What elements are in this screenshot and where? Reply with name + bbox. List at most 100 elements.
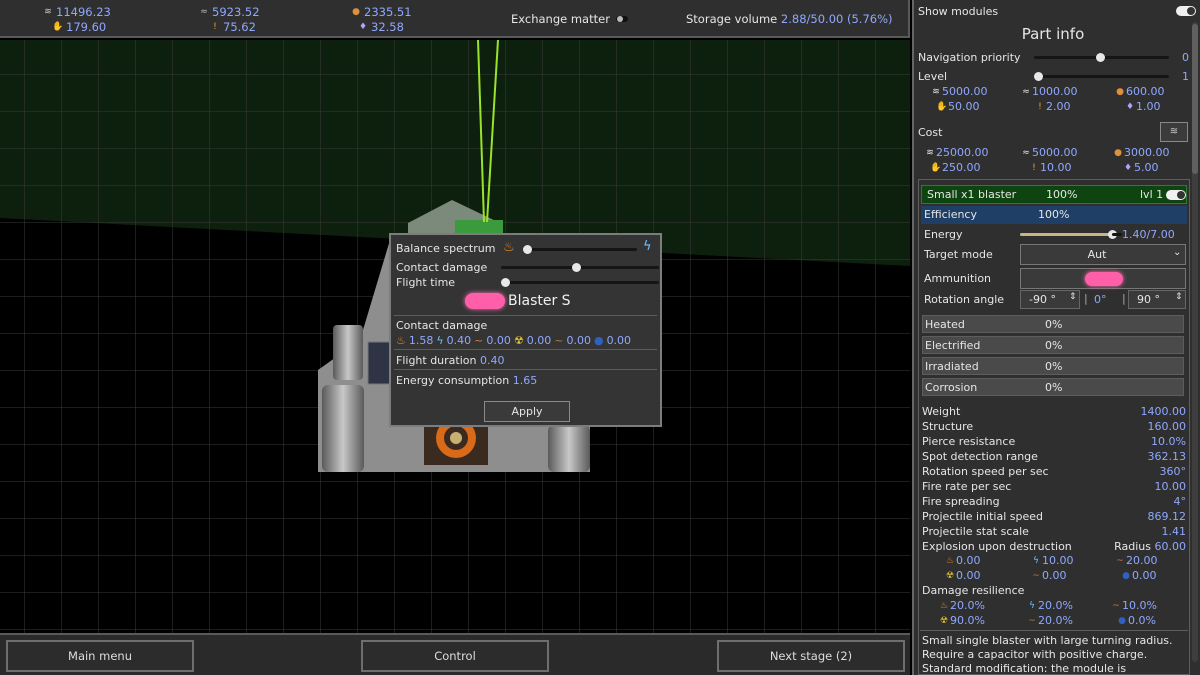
cost-crystal: ≈5000.00 [1020,146,1077,159]
hand-icon: ✋ [52,21,64,32]
level-slider[interactable] [1034,72,1169,81]
resource-energy: ♦ 32.58 [358,20,404,34]
nav-priority-slider[interactable] [1034,53,1169,62]
explosion-radiation: ☢ 0.00 [945,569,981,582]
main-menu-button[interactable]: Main menu [6,640,194,672]
next-stage-button[interactable]: Next stage (2) [717,640,905,672]
stat-projectile-speed: Projectile initial speed 869.12 [922,510,1186,523]
contact-damage-knob[interactable] [572,263,581,272]
show-modules-toggle[interactable] [1176,6,1196,16]
void-icon: ● [1118,615,1126,626]
rotation-angle-label: Rotation angle [924,293,1005,306]
lightning-icon: ϟ [1033,555,1039,566]
energy-slider-rest [1112,233,1122,236]
ammunition-select[interactable] [1020,268,1186,289]
cost-ore: ● 3000.00 [1112,146,1169,159]
balance-spectrum-knob[interactable] [523,245,532,254]
engine-right[interactable] [548,425,590,472]
explosion-lightning: ϟ 10.00 [1030,554,1073,567]
radiation-icon: ☢ [513,334,524,347]
flight-time-slider[interactable] [501,278,659,287]
explosion-wave: ~20.00 [1114,554,1157,567]
stat-fire-rate: Fire rate per sec 10.00 [922,480,1186,493]
damage-values: ♨ 1.58 ϟ 0.40 ~0.00 ☢ 0.00 ~0.00 ● 0.00 [396,334,632,347]
engine-left[interactable] [322,385,364,472]
blaster-module[interactable] [455,220,503,234]
thruster-left-top[interactable] [333,325,363,380]
exchange-matter-label: Exchange matter [511,12,610,26]
rotation-min-input[interactable]: -90 ° ⇕ [1020,290,1080,309]
balance-spectrum-slider[interactable] [523,245,637,254]
target-mode-label: Target mode [924,248,993,261]
energy-icon: ♦ [1125,101,1135,112]
level-value: 1 [1182,70,1189,83]
balance-spectrum-row: Balance spectrum [396,242,495,255]
module-level: lvl 1 [1140,188,1164,201]
storage-label: Storage volume [686,12,778,26]
storage-value: 2.88/50.00 (5.76%) [780,12,893,26]
control-button[interactable]: Control [361,640,549,672]
target-mode-select[interactable]: Aut ⌄ [1020,244,1186,265]
projectile-name: Blaster S [508,293,571,309]
chevron-down-icon: ⌄ [1173,247,1182,258]
corrosion-icon: ~ [1032,570,1040,581]
exchange-switch[interactable] [615,16,628,22]
level-label: Level [918,70,948,83]
recycle-button[interactable]: ≋ [1160,122,1188,142]
energy-slider[interactable] [1020,230,1117,239]
metal-icon: ≋ [932,86,940,97]
storage-volume: Storage volume 2.88/50.00 (5.76%) [686,12,893,26]
level-energy: ♦ 1.00 [1125,100,1161,113]
flight-time-label: Flight time [396,276,456,289]
void-icon: ● [1122,570,1130,581]
blaster-projectile-icon [1085,272,1123,286]
hand-icon: ✋ [936,101,948,112]
contact-damage-slider[interactable] [501,263,659,272]
exchange-matter-toggle[interactable]: Exchange matter [511,12,628,26]
nav-priority-knob[interactable] [1096,53,1105,62]
contact-damage-label: Contact damage [396,261,488,274]
flight-time-knob[interactable] [501,278,510,287]
radiation-icon: ☢ [945,570,955,581]
resource-heat: ǃ 75.62 [209,20,256,34]
level-knob[interactable] [1034,72,1043,81]
energy-icon: ♦ [1123,162,1133,173]
apply-button[interactable]: Apply [484,401,570,422]
fire-icon: ♨ [503,240,515,255]
ore-icon: ● [352,6,360,17]
flight-time-row: Flight time [396,276,455,289]
fire-icon: ♨ [396,334,406,347]
module-toggle[interactable] [1166,190,1186,200]
module-header[interactable]: Small x1 blaster 100% lvl 1 [921,185,1187,204]
resource-metal: ≋ 11496.23 [42,5,111,19]
resource-crystal: ≈ 5923.52 [198,5,259,19]
cost-metal: ≋ 25000.00 [924,146,988,159]
explosion-corrosion: ~0.00 [1030,569,1066,582]
wave-icon: ~ [1116,555,1124,566]
ore-icon: ● [1114,147,1122,158]
show-modules-label: Show modules [918,5,999,18]
cost-energy: ♦ 5.00 [1123,161,1159,174]
energy-consumption-row: Energy consumption 1.65 [396,374,538,387]
description-line-3: Standard modification: the module is [922,662,1127,675]
recycle-icon: ≋ [1169,126,1179,137]
crystal-icon: ≈ [200,6,208,17]
cockpit-module[interactable] [367,341,391,385]
rotation-max-input[interactable]: 90 ° ⇕ [1128,290,1186,309]
metal-icon: ≋ [926,147,934,158]
cost-heat: ǃ 10.00 [1028,161,1072,174]
heat-icon: ǃ [213,21,217,32]
efficiency-value: 100% [1038,208,1070,221]
description-line-2: Require a capacitor with positive charge… [922,648,1148,661]
resource-ore: ● 2335.51 [350,5,412,19]
panel-scrollbar-thumb[interactable] [1192,24,1198,174]
radiation-icon: ☢ [939,615,949,626]
resource-hand: ✋ 179.60 [52,20,107,34]
part-info-title: Part info [1021,25,1085,43]
cost-label: Cost [918,126,943,139]
efficiency-row[interactable]: Efficiency 100% [921,206,1187,224]
separator: | [1084,292,1088,305]
heated-bar: Heated 0% [922,315,1184,333]
explosion-row: Explosion upon destruction Radius 60.00 [922,540,1186,553]
level-crystal: ≈1000.00 [1020,85,1077,98]
